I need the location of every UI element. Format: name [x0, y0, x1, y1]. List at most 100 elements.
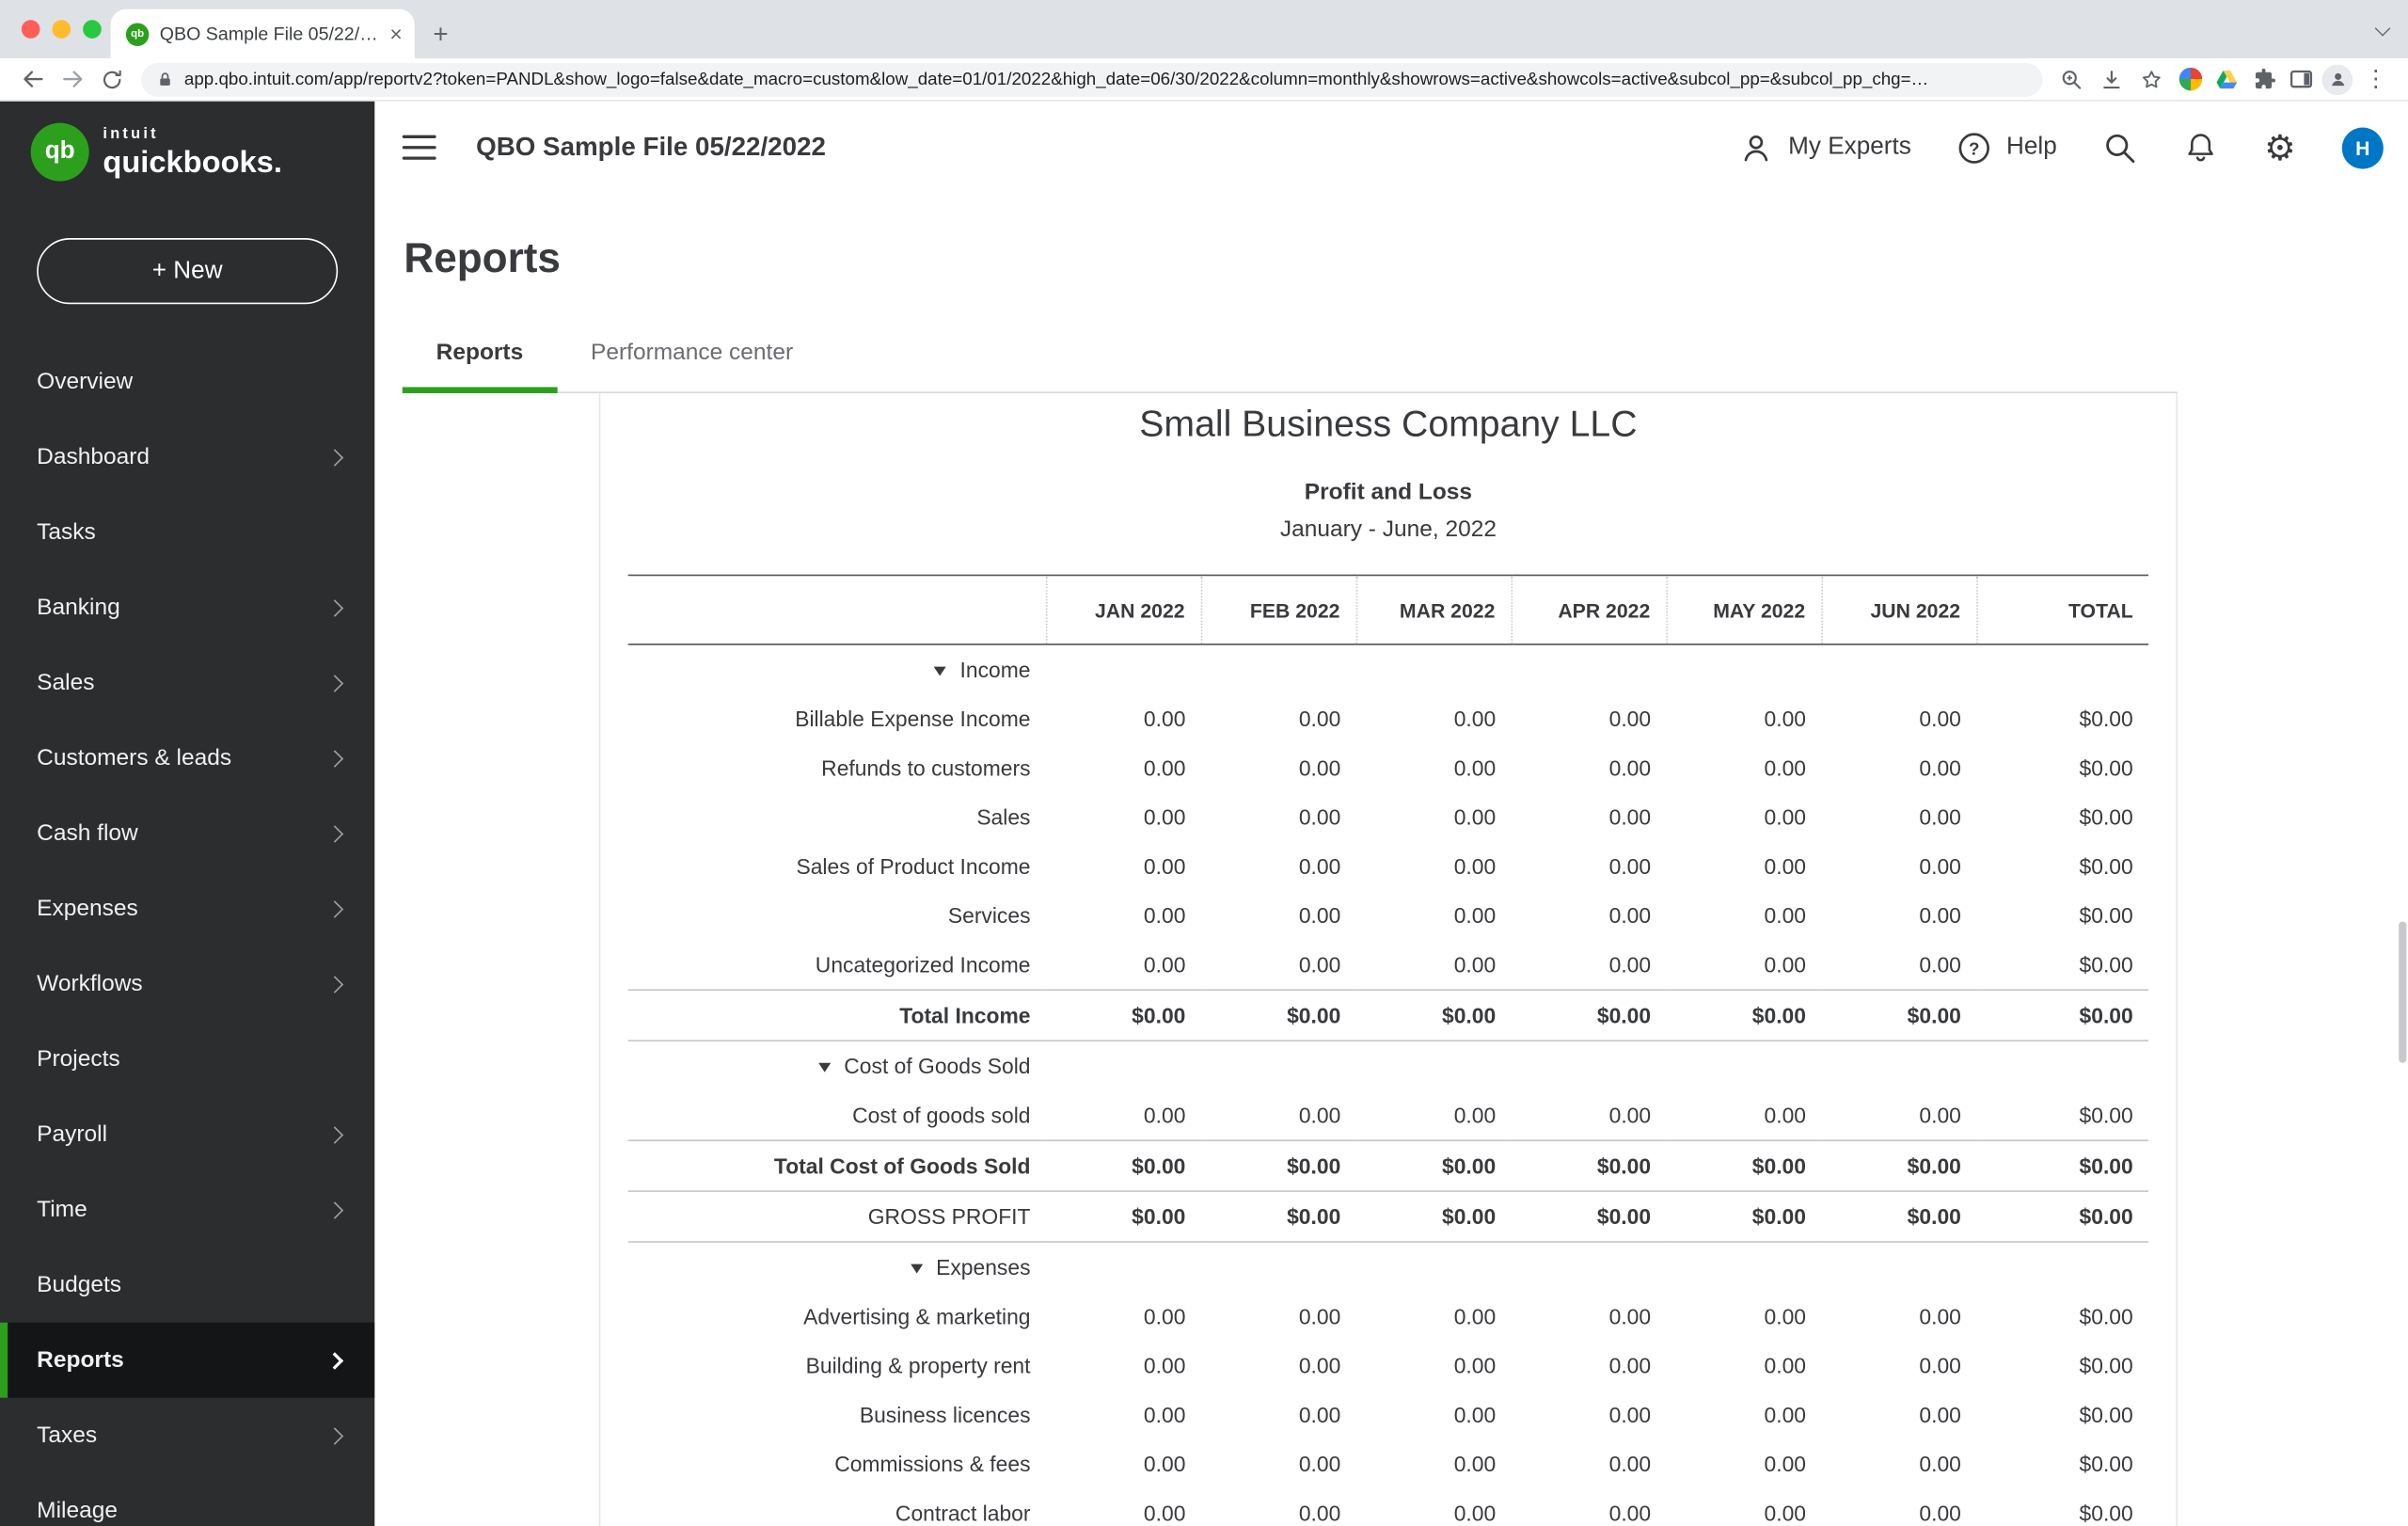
browser-profile-avatar[interactable] [2319, 60, 2355, 97]
password-manager-extension-icon[interactable] [2172, 60, 2209, 97]
quickbooks-logo[interactable]: qb intuit quickbooks. [0, 102, 374, 182]
value-cell: $0.00 [1201, 1191, 1356, 1242]
zoom-icon[interactable] [2052, 59, 2091, 99]
company-file-title: QBO Sample File 05/22/2022 [476, 132, 826, 163]
browser-menu-icon[interactable]: ⋮ [2355, 59, 2395, 99]
settings-button[interactable]: ⚙ [2264, 130, 2296, 166]
reload-button[interactable] [92, 59, 132, 99]
value-cell: $0.00 [1821, 990, 1976, 1041]
browser-toolbar: app.qbo.intuit.com/app/reportv2?token=PA… [0, 58, 2408, 102]
gear-icon: ⚙ [2264, 130, 2296, 166]
help-button[interactable]: ? Help [1957, 130, 2057, 166]
sidebar-item-banking[interactable]: Banking [0, 570, 374, 645]
tab-search-chevron-icon[interactable] [2375, 21, 2391, 37]
value-cell: $0.00 [1976, 792, 2148, 841]
bookmark-star-icon[interactable] [2131, 59, 2171, 99]
row-label-text: Billable Expense Income [795, 707, 1030, 731]
new-button[interactable]: + New [37, 238, 338, 304]
value-cell: 0.00 [1356, 1341, 1512, 1390]
sidebar-item-reports[interactable]: Reports [0, 1323, 374, 1398]
sidebar-item-overview[interactable]: Overview [0, 344, 374, 420]
back-button[interactable] [12, 59, 52, 99]
value-cell: 0.00 [1821, 1090, 1976, 1140]
value-cell: 0.00 [1356, 1090, 1512, 1140]
row-label: Contract labor [628, 1488, 1046, 1526]
sidebar-item-label: Banking [37, 595, 120, 621]
my-experts-button[interactable]: My Experts [1739, 130, 1911, 166]
value-cell [1666, 1041, 1821, 1090]
side-panel-icon[interactable] [2282, 60, 2319, 97]
window-minimize-button[interactable] [53, 20, 71, 39]
row-label-text: Business licences [860, 1403, 1031, 1427]
sidebar-item-time[interactable]: Time [0, 1172, 374, 1248]
chevron-right-icon [326, 598, 343, 615]
account-row: Billable Expense Income0.000.000.000.000… [628, 694, 2148, 743]
value-cell: 0.00 [1821, 891, 1976, 940]
value-cell: $0.00 [1201, 990, 1356, 1041]
value-cell: 0.00 [1046, 1391, 1201, 1439]
sidebar-item-label: Taxes [37, 1423, 97, 1449]
tab-close-icon[interactable]: × [389, 23, 402, 44]
notifications-button[interactable] [2184, 131, 2218, 165]
value-cell: $0.00 [1976, 891, 2148, 940]
chevron-right-icon [326, 674, 343, 691]
tab-reports[interactable]: Reports [403, 316, 557, 391]
chevron-right-icon [326, 1426, 343, 1443]
report-table: JAN 2022FEB 2022MAR 2022APR 2022MAY 2022… [628, 575, 2148, 1526]
row-label: Total Income [628, 990, 1046, 1041]
row-label-text: Contract labor [895, 1501, 1031, 1525]
address-bar[interactable]: app.qbo.intuit.com/app/reportv2?token=PA… [141, 62, 2042, 96]
sidebar-item-payroll[interactable]: Payroll [0, 1097, 374, 1172]
hamburger-menu-icon[interactable] [403, 135, 436, 160]
row-label[interactable]: Income [628, 644, 1046, 694]
value-cell: 0.00 [1201, 743, 1356, 792]
total-row: Total Cost of Goods Sold$0.00$0.00$0.00$… [628, 1140, 2148, 1191]
search-button[interactable] [2103, 130, 2139, 166]
download-icon[interactable] [2092, 59, 2131, 99]
value-cell: 0.00 [1512, 891, 1667, 940]
window-close-button[interactable] [22, 20, 40, 39]
extensions-puzzle-icon[interactable] [2245, 60, 2282, 97]
scrollbar-thumb[interactable] [2399, 922, 2406, 1063]
sidebar-item-workflows[interactable]: Workflows [0, 946, 374, 1022]
forward-button[interactable] [53, 59, 92, 99]
sidebar-item-label: Payroll [37, 1121, 107, 1148]
row-label[interactable]: Cost of Goods Sold [628, 1041, 1046, 1090]
value-cell: $0.00 [1976, 990, 2148, 1041]
window-zoom-button[interactable] [83, 20, 102, 39]
collapse-triangle-icon[interactable] [818, 1063, 831, 1073]
tab-performance-center[interactable]: Performance center [557, 316, 827, 391]
user-avatar[interactable]: H [2342, 127, 2384, 168]
sidebar-item-expenses[interactable]: Expenses [0, 871, 374, 946]
value-cell: 0.00 [1666, 1488, 1821, 1526]
chevron-right-icon [326, 975, 343, 992]
new-tab-button[interactable]: + [433, 22, 448, 48]
my-experts-label: My Experts [1788, 134, 1911, 161]
value-cell [1046, 1041, 1201, 1090]
sidebar-item-label: Reports [37, 1347, 124, 1374]
sidebar-item-customers-leads[interactable]: Customers & leads [0, 721, 374, 796]
row-label-text: GROSS PROFIT [868, 1204, 1031, 1229]
sidebar-item-sales[interactable]: Sales [0, 645, 374, 721]
sidebar-item-dashboard[interactable]: Dashboard [0, 420, 374, 495]
page-title: Reports [404, 230, 2408, 286]
collapse-triangle-icon[interactable] [910, 1264, 922, 1274]
drive-extension-icon[interactable] [2209, 60, 2245, 97]
sidebar: qb intuit quickbooks. + New OverviewDash… [0, 102, 374, 1526]
row-label-text: Expenses [936, 1255, 1030, 1280]
chevron-right-icon [326, 1351, 343, 1368]
sidebar-item-projects[interactable]: Projects [0, 1022, 374, 1097]
value-cell: $0.00 [1356, 990, 1512, 1041]
collapse-triangle-icon[interactable] [934, 667, 946, 676]
row-label: GROSS PROFIT [628, 1191, 1046, 1242]
sidebar-item-cash-flow[interactable]: Cash flow [0, 796, 374, 871]
row-label[interactable]: Expenses [628, 1242, 1046, 1292]
sidebar-item-tasks[interactable]: Tasks [0, 495, 374, 570]
sidebar-item-budgets[interactable]: Budgets [0, 1248, 374, 1323]
value-cell: 0.00 [1356, 1292, 1512, 1341]
row-label: Billable Expense Income [628, 694, 1046, 743]
report-panel: Small Business Company LLC Profit and Lo… [599, 393, 2178, 1526]
sidebar-item-mileage[interactable]: Mileage [0, 1473, 374, 1526]
sidebar-item-taxes[interactable]: Taxes [0, 1398, 374, 1473]
browser-tab[interactable]: qb QBO Sample File 05/22/2022 × [111, 9, 415, 58]
